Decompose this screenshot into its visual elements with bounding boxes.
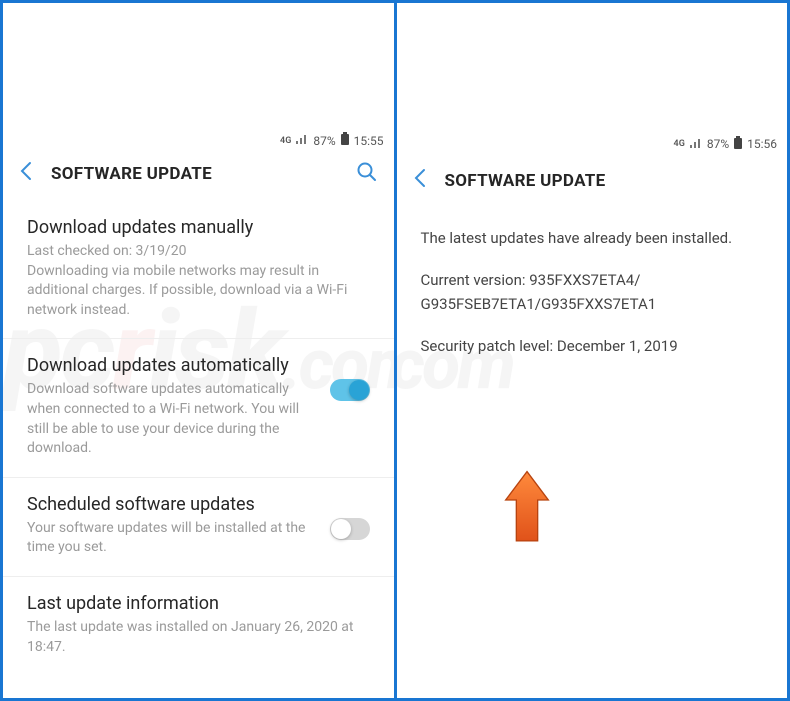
last-desc: The last update was installed on January… — [27, 618, 370, 657]
manual-title: Download updates manually — [27, 217, 370, 238]
manual-desc: Last checked on: 3/19/20 Downloading via… — [27, 242, 370, 320]
auto-desc: Download software updates automatically … — [27, 380, 318, 458]
download-manually-row[interactable]: Download updates manually Last checked o… — [3, 201, 394, 339]
clock: 15:56 — [747, 137, 777, 151]
scheduled-toggle[interactable] — [330, 518, 370, 540]
signal-icon — [295, 133, 309, 148]
battery-icon — [340, 132, 350, 149]
last-update-row[interactable]: Last update information The last update … — [3, 577, 394, 675]
battery-percent: 87% — [313, 134, 335, 148]
security-patch: Security patch level: December 1, 2019 — [421, 334, 764, 358]
scheduled-row[interactable]: Scheduled software updates Your software… — [3, 478, 394, 577]
left-phone: pcrisk.com 4G 87% 15:55 SOFTWARE UPDATE … — [3, 3, 394, 698]
last-title: Last update information — [27, 593, 370, 614]
auto-title: Download updates automatically — [27, 355, 318, 376]
annotation-arrow-right — [497, 468, 557, 548]
battery-percent: 87% — [707, 137, 729, 151]
right-phone: isk.com 4G 87% 15:56 SOFTWARE UPDATE The… — [397, 3, 788, 698]
page-title: SOFTWARE UPDATE — [445, 171, 772, 191]
scheduled-title: Scheduled software updates — [27, 494, 318, 515]
scheduled-desc: Your software updates will be installed … — [27, 519, 318, 558]
download-auto-row[interactable]: Download updates automatically Download … — [3, 339, 394, 477]
page-title: SOFTWARE UPDATE — [51, 164, 356, 184]
header-bar-right: SOFTWARE UPDATE — [397, 156, 788, 208]
status-bar-right: 4G 87% 15:56 — [397, 132, 788, 156]
update-message: The latest updates have already been ins… — [421, 226, 764, 250]
network-indicator: 4G — [280, 136, 291, 146]
back-icon[interactable] — [413, 168, 427, 194]
search-icon[interactable] — [356, 161, 378, 187]
battery-icon — [733, 136, 743, 153]
version-info: Current version: 935FXXS7ETA4/ G935FSEB7… — [421, 268, 764, 316]
header-bar: SOFTWARE UPDATE — [3, 149, 394, 201]
back-icon[interactable] — [19, 161, 33, 187]
status-bar: 4G 87% 15:55 — [3, 132, 394, 149]
auto-toggle[interactable] — [330, 379, 370, 401]
network-indicator: 4G — [674, 139, 685, 149]
signal-icon — [689, 137, 703, 152]
update-info-block: The latest updates have already been ins… — [397, 208, 788, 376]
clock: 15:55 — [354, 134, 384, 148]
